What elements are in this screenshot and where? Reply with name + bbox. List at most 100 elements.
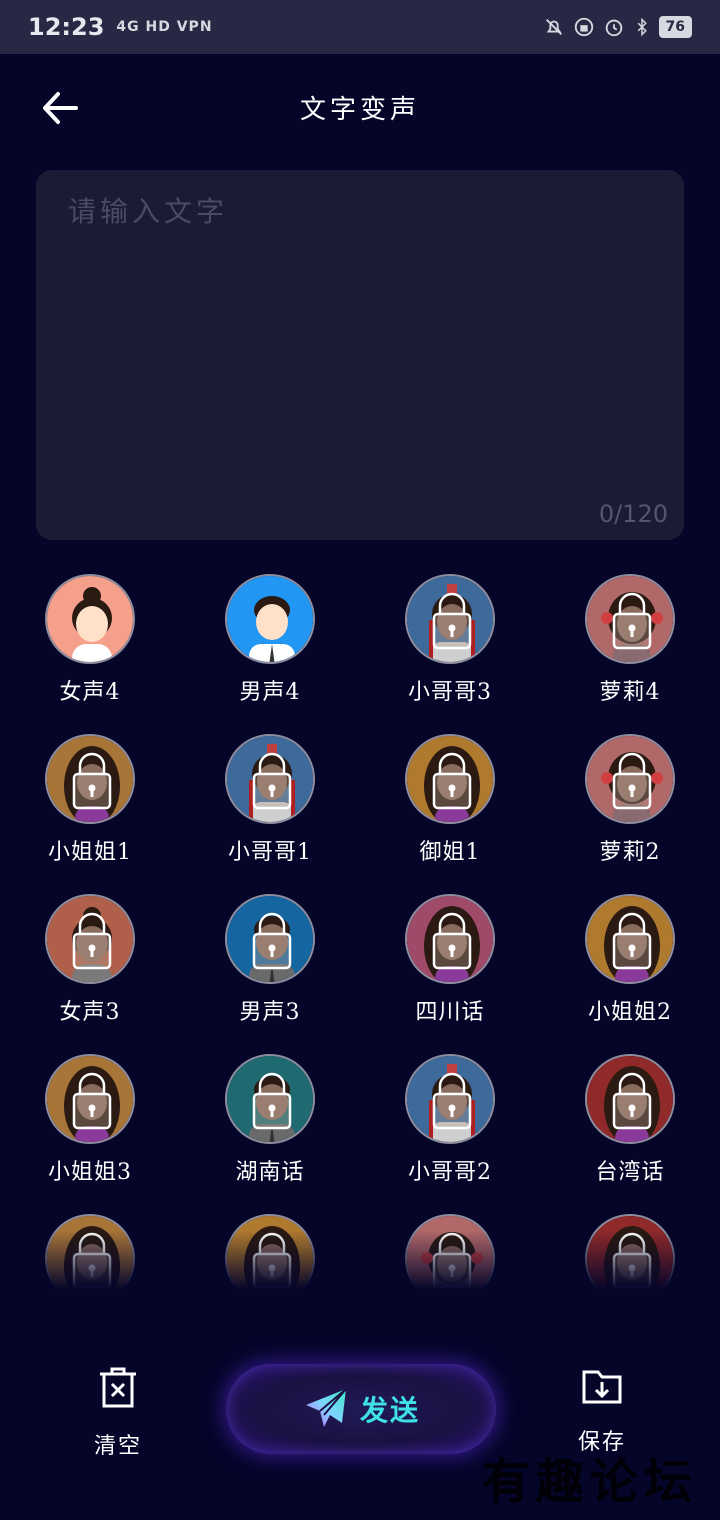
- arrow-left-icon: [43, 92, 78, 124]
- voice-avatar-locked: [585, 1214, 675, 1296]
- lock-icon: [587, 736, 673, 822]
- clear-button[interactable]: 清空: [78, 1364, 158, 1464]
- text-input[interactable]: [36, 170, 684, 480]
- voice-label: 小哥哥3: [408, 680, 492, 705]
- send-button[interactable]: 发送: [226, 1364, 496, 1454]
- bluetooth-icon: [637, 17, 647, 37]
- voice-label: 小姐姐2: [588, 1000, 672, 1025]
- voice-label: 萝莉2: [599, 840, 661, 865]
- voice-label: 男声3: [239, 1000, 301, 1025]
- status-right-icons: 76: [543, 16, 692, 38]
- voice-item[interactable]: 台湾话: [540, 1054, 720, 1214]
- voice-avatar: [45, 574, 135, 664]
- voice-item[interactable]: 四川话: [360, 894, 540, 1054]
- voice-avatar-locked: [45, 734, 135, 824]
- voice-avatar-locked: [225, 894, 315, 984]
- voice-label: 小哥哥1: [228, 840, 312, 865]
- lock-icon: [587, 576, 673, 662]
- voice-item[interactable]: [360, 1214, 540, 1296]
- voice-item[interactable]: [180, 1214, 360, 1296]
- voice-label: 御姐1: [419, 840, 481, 865]
- voice-item[interactable]: 小哥哥3: [360, 574, 540, 734]
- voice-item[interactable]: 女声3: [0, 894, 180, 1054]
- lock-icon: [407, 1056, 493, 1142]
- mute-bell-icon: [545, 19, 562, 35]
- lock-icon: [227, 896, 313, 982]
- voice-label: 男声4: [239, 680, 301, 705]
- voice-item[interactable]: 小姐姐3: [0, 1054, 180, 1214]
- lock-icon: [407, 896, 493, 982]
- voice-avatar-locked: [405, 574, 495, 664]
- voice-avatar-locked: [405, 1214, 495, 1296]
- voice-avatar-locked: [585, 574, 675, 664]
- lock-icon: [407, 1216, 493, 1296]
- voice-avatar-locked: [585, 894, 675, 984]
- voice-avatar-locked: [225, 1054, 315, 1144]
- header: 文字变声: [0, 54, 720, 160]
- voice-label: 小姐姐1: [48, 840, 132, 865]
- voice-label: 湖南话: [235, 1160, 305, 1185]
- voice-item[interactable]: [0, 1214, 180, 1296]
- voice-avatar-locked: [405, 894, 495, 984]
- voice-item[interactable]: 御姐1: [360, 734, 540, 894]
- voice-label: 女声4: [59, 680, 121, 705]
- voice-avatar-locked: [45, 894, 135, 984]
- lock-rotation-icon: [574, 17, 593, 37]
- voice-label: 小姐姐3: [48, 1160, 132, 1185]
- lock-icon: [227, 1216, 313, 1296]
- lock-icon: [227, 1056, 313, 1142]
- voice-avatar-locked: [405, 734, 495, 824]
- lock-icon: [587, 1056, 673, 1142]
- back-button[interactable]: [40, 88, 80, 128]
- folder-download-icon: [582, 1370, 622, 1404]
- voice-label: 小哥哥2: [408, 1160, 492, 1185]
- avatar-icon: [227, 576, 313, 662]
- voice-item[interactable]: 小姐姐2: [540, 894, 720, 1054]
- voice-avatar-locked: [585, 734, 675, 824]
- voice-avatar-locked: [225, 734, 315, 824]
- voice-item[interactable]: 萝莉2: [540, 734, 720, 894]
- voice-item[interactable]: 小姐姐1: [0, 734, 180, 894]
- voice-item[interactable]: 萝莉4: [540, 574, 720, 734]
- lock-icon: [47, 896, 133, 982]
- clear-label: 清空: [93, 1434, 142, 1459]
- voice-label: 台湾话: [595, 1160, 665, 1185]
- voice-avatar-locked: [405, 1054, 495, 1144]
- battery-indicator: 76: [658, 16, 692, 38]
- alarm-icon: [605, 19, 622, 37]
- voice-avatar-locked: [225, 1214, 315, 1296]
- lock-icon: [227, 736, 313, 822]
- voice-item[interactable]: 湖南话: [180, 1054, 360, 1214]
- lock-icon: [47, 1216, 133, 1296]
- voice-item[interactable]: 男声3: [180, 894, 360, 1054]
- voice-label: 四川话: [415, 1000, 485, 1025]
- voice-item[interactable]: 小哥哥1: [180, 734, 360, 894]
- voice-avatar-locked: [585, 1054, 675, 1144]
- watermark-text: 有趣论坛: [481, 1454, 698, 1510]
- voice-avatar-locked: [45, 1214, 135, 1296]
- lock-icon: [587, 896, 673, 982]
- text-input-container: 0/120: [36, 170, 684, 540]
- voice-item[interactable]: 小哥哥2: [360, 1054, 540, 1214]
- voice-item[interactable]: 女声4: [0, 574, 180, 734]
- paper-plane-icon: [305, 1388, 347, 1427]
- trash-x-icon: [100, 1367, 136, 1408]
- lock-icon: [407, 736, 493, 822]
- network-indicators: 4G HD VPN: [116, 19, 213, 35]
- avatar-icon: [47, 576, 133, 662]
- page-title: 文字变声: [299, 94, 420, 125]
- voice-item[interactable]: 男声4: [180, 574, 360, 734]
- status-bar: 12:23 4G HD VPN 76: [0, 0, 720, 54]
- voice-item[interactable]: [540, 1214, 720, 1296]
- voice-label: 萝莉4: [599, 680, 661, 705]
- voice-label: 女声3: [59, 1000, 121, 1025]
- status-time: 12:23: [28, 13, 105, 41]
- send-label: 发送: [359, 1394, 420, 1427]
- lock-icon: [47, 736, 133, 822]
- char-count: 0/120: [598, 500, 668, 528]
- lock-icon: [587, 1216, 673, 1296]
- voice-avatar: [225, 574, 315, 664]
- voice-grid: 女声4 男声4 小哥哥3 萝莉4 小姐姐1 小哥哥1 御姐1 萝莉2 女声3 男…: [0, 574, 720, 1296]
- lock-icon: [407, 576, 493, 662]
- lock-icon: [47, 1056, 133, 1142]
